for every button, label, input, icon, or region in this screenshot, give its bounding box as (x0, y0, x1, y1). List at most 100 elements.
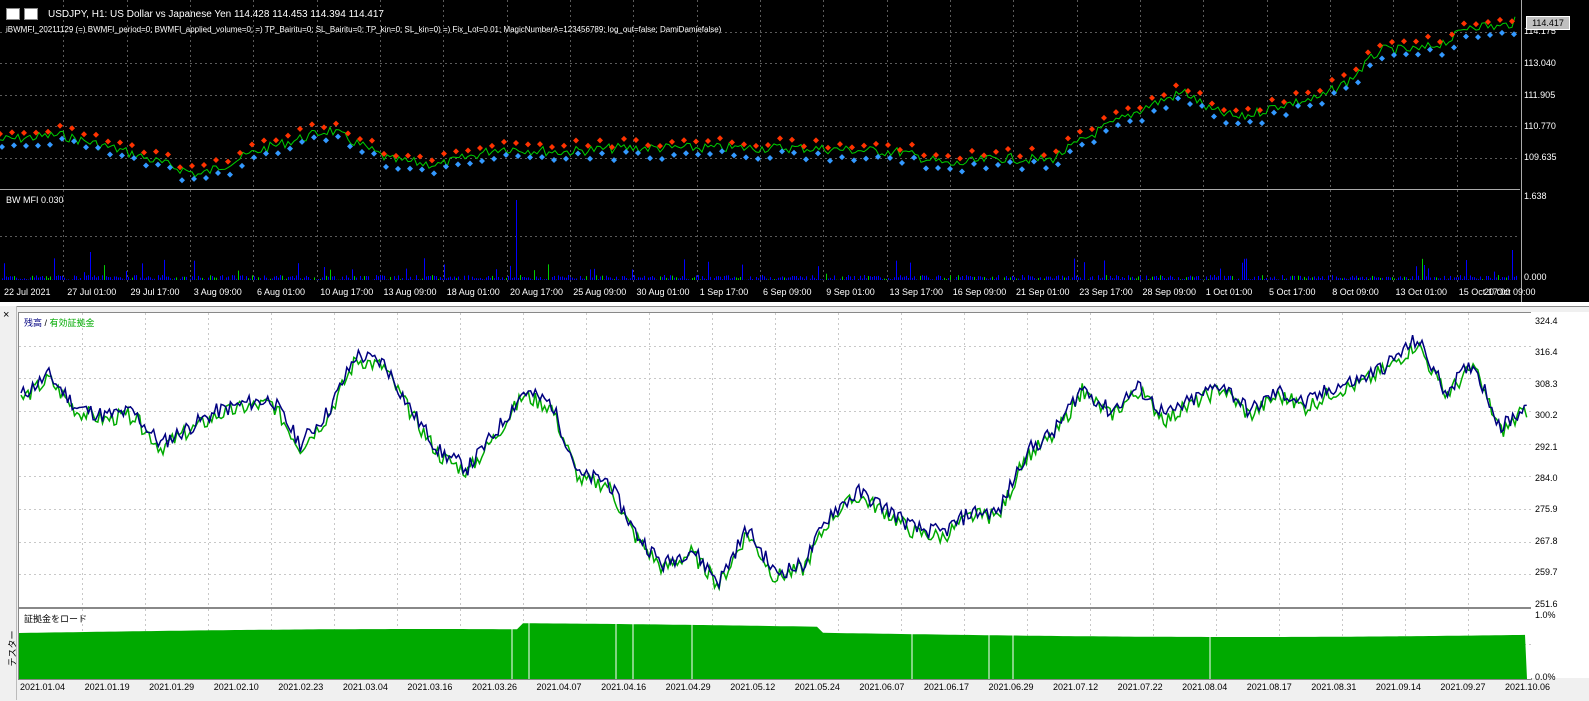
mfi-bar (426, 277, 427, 280)
mfi-bar (486, 277, 487, 280)
mfi-bar (418, 279, 419, 280)
buy-marker (227, 172, 233, 178)
buy-marker (1247, 119, 1253, 125)
mfi-indicator-pane[interactable] (0, 190, 1520, 282)
mfi-bar (10, 276, 11, 280)
buy-marker (767, 155, 773, 161)
mfi-bar (852, 279, 853, 280)
buy-marker (1283, 112, 1289, 118)
mfi-bar (1022, 275, 1023, 280)
equity-line (21, 343, 1527, 589)
sell-marker (105, 138, 111, 144)
mfi-bar (876, 276, 877, 280)
mfi-bar (210, 275, 211, 280)
mfi-bar (1056, 276, 1057, 280)
mfi-bar (318, 279, 319, 280)
mfi-bar (1264, 279, 1265, 280)
mfi-bar (152, 279, 153, 280)
mfi-bar (168, 277, 169, 280)
mfi-bar (1064, 278, 1065, 280)
mfi-bar (476, 278, 477, 280)
time-axis-tick: 10 Aug 17:00 (320, 287, 373, 297)
mfi-bar (1012, 276, 1013, 280)
mfi-bar (1254, 277, 1255, 280)
mfi-bar (1388, 277, 1389, 280)
mfi-bar (1130, 277, 1131, 280)
mfi-bar (514, 277, 515, 280)
mfi-bar (212, 276, 213, 280)
mfi-bar (280, 275, 281, 280)
balance-tick: 259.7 (1535, 567, 1558, 577)
mfi-bar (54, 258, 55, 280)
sell-marker (1461, 21, 1467, 27)
mfi-bar (826, 274, 827, 280)
mfi-bar (1436, 277, 1437, 280)
mfi-bar (128, 277, 129, 280)
mfi-bar (1140, 276, 1141, 280)
mfi-bar (44, 278, 45, 280)
mfi-bar (670, 275, 671, 280)
buy-marker (335, 134, 341, 140)
mfi-bar (326, 276, 327, 280)
mfi-bar (536, 277, 537, 280)
mfi-bar (1304, 277, 1305, 280)
buy-marker (839, 154, 845, 160)
buy-marker (731, 152, 737, 158)
mfi-bar (544, 279, 545, 280)
sell-marker (561, 143, 567, 149)
date-axis-tick: 2021.07.12 (1053, 682, 1098, 692)
mfi-bar (1486, 276, 1487, 280)
mfi-bar (572, 278, 573, 280)
mfi-bar (422, 279, 423, 280)
mfi-bar (416, 275, 417, 280)
balance-chart-pane[interactable] (18, 312, 1532, 608)
mfi-bar (60, 276, 61, 280)
mfi-bar (1146, 276, 1147, 280)
mfi-bar (142, 263, 143, 280)
mfi-bar (284, 279, 285, 280)
mfi-bar (214, 277, 215, 280)
mfi-bar (1184, 279, 1185, 280)
balance-tick: 300.2 (1535, 410, 1558, 420)
mfi-bar (896, 261, 897, 280)
close-icon[interactable]: × (3, 309, 9, 321)
mfi-bar (1480, 276, 1481, 280)
buy-marker (275, 150, 281, 156)
mfi-bar (956, 277, 957, 280)
mfi-bar (800, 276, 801, 280)
mfi-bar (432, 275, 433, 280)
buy-marker (0, 144, 5, 150)
mfi-bar (1300, 276, 1301, 280)
mfi-bar (352, 269, 353, 280)
mfi-bar (1170, 276, 1171, 280)
mfi-bar (1448, 279, 1449, 280)
mfi-bar (954, 279, 955, 280)
sell-marker (1365, 49, 1371, 55)
sell-marker (1029, 145, 1035, 151)
mfi-bar (778, 278, 779, 280)
mfi-bar (106, 276, 107, 280)
mfi-bar (728, 275, 729, 280)
mfi-bar (364, 276, 365, 280)
mfi-bar (1160, 275, 1161, 280)
chart-type-icon (24, 8, 38, 20)
mfi-bar (1076, 276, 1077, 280)
mfi-bar (1444, 276, 1445, 280)
buy-marker (599, 150, 605, 156)
mfi-bar (146, 278, 147, 280)
mfi-bar (34, 277, 35, 280)
time-axis-tick: 5 Oct 17:00 (1269, 287, 1316, 297)
buy-marker (1499, 30, 1505, 36)
equity-legend-label: 有効証拠金 (50, 318, 95, 328)
mfi-bar (1390, 278, 1391, 280)
buy-marker (1163, 105, 1169, 111)
mfi-bar (1134, 279, 1135, 280)
date-axis-tick: 2021.02.23 (278, 682, 323, 692)
sell-marker (57, 123, 63, 129)
mfi-bar (402, 278, 403, 280)
mfi-bar (1040, 277, 1041, 280)
mfi-bar (1340, 278, 1341, 280)
mfi-bar (792, 276, 793, 280)
margin-load-pane[interactable] (18, 608, 1532, 680)
mfi-bar (456, 278, 457, 280)
